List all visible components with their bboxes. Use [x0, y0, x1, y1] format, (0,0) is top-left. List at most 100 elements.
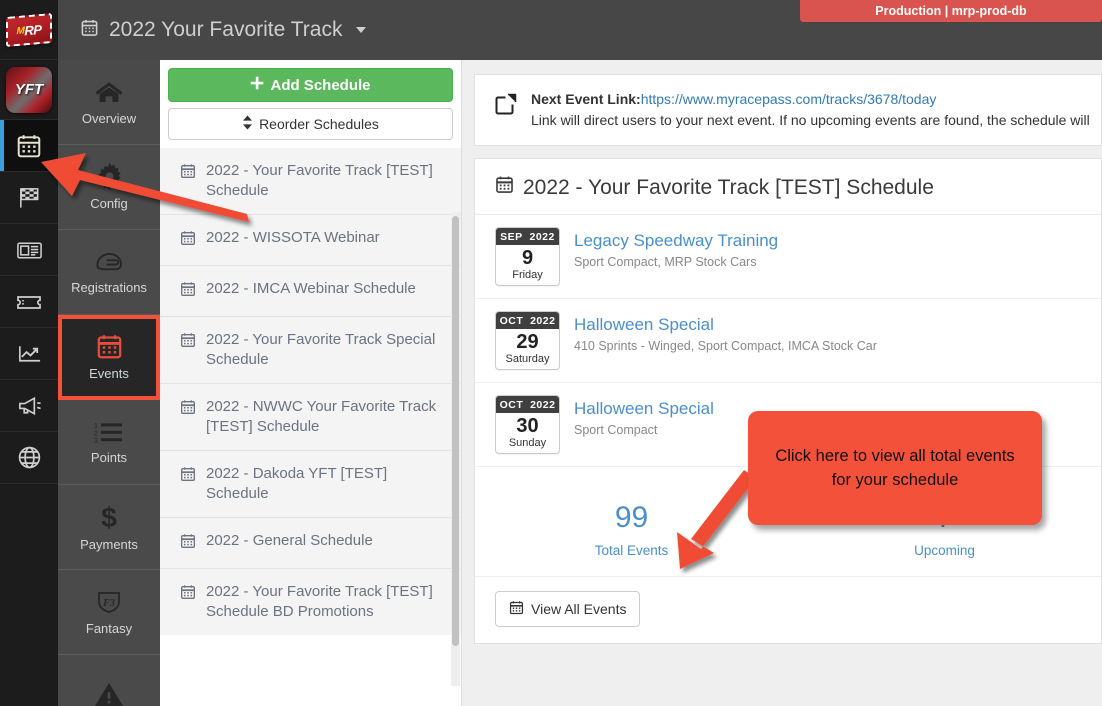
ticket-icon: [15, 291, 43, 313]
sidebar-item-registrations[interactable]: Registrations: [58, 230, 160, 315]
icon-rail: M RP YFT: [0, 0, 58, 706]
event-date-day: 30: [516, 415, 539, 437]
mrp-logo-accent: M: [16, 24, 25, 37]
event-name-link[interactable]: Legacy Speedway Training: [574, 229, 1081, 252]
rail-item-promote[interactable]: [0, 380, 58, 432]
sidebar-item-label: Events: [89, 366, 129, 381]
sidebar-item-label: Config: [90, 196, 128, 211]
org-logo[interactable]: YFT: [0, 60, 58, 120]
rail-item-calendar[interactable]: [0, 120, 58, 172]
external-link-icon: [495, 93, 517, 118]
calendar-icon: [180, 230, 196, 252]
event-row[interactable]: SEP 2022 9 Friday Legacy Speedway Traini…: [475, 215, 1101, 299]
next-event-url[interactable]: https://www.myracepass.com/tracks/3678/t…: [641, 91, 937, 107]
event-name-link[interactable]: Halloween Special: [574, 397, 1081, 420]
event-date-month: OCT 2022: [496, 396, 559, 413]
list-item[interactable]: 2022 - Your Favorite Track [TEST] Schedu…: [160, 568, 461, 635]
list-item-label: 2022 - Your Favorite Track [TEST] Schedu…: [206, 162, 433, 199]
event-row[interactable]: OCT 2022 30 Sunday Halloween Special Spo…: [475, 383, 1101, 467]
event-date-month: SEP 2022: [496, 228, 559, 245]
list-item[interactable]: 2022 - Dakoda YFT [TEST] Schedule: [160, 450, 461, 517]
schedule-list-scrollbar[interactable]: [451, 212, 460, 686]
scrollbar-thumb[interactable]: [452, 216, 459, 646]
list-item[interactable]: 2022 - IMCA Webinar Schedule: [160, 265, 461, 316]
list-item-label: 2022 - Your Favorite Track Special Sched…: [206, 331, 436, 368]
schedule-items-list: 2022 - Your Favorite Track [TEST] Schedu…: [160, 148, 461, 635]
event-date-weekday: Sunday: [508, 437, 547, 449]
sidebar-item-config[interactable]: Config: [58, 145, 160, 230]
event-date-chip: SEP 2022 9 Friday: [495, 227, 560, 286]
chart-line-icon: [16, 342, 43, 366]
sidebar-item-label: Fantasy: [85, 620, 133, 636]
stat-total-events[interactable]: 99 Total Events: [475, 501, 788, 558]
calendar-icon: [180, 332, 196, 354]
rail-item-flag[interactable]: [0, 172, 58, 224]
calendar-icon: [495, 175, 514, 200]
sidebar-item-points[interactable]: 1 2 3 Points: [58, 400, 160, 485]
stat-value[interactable]: 99: [475, 501, 788, 535]
list-item[interactable]: 2022 - NWWC Your Favorite Track [TEST] S…: [160, 383, 461, 450]
brand-logo[interactable]: M RP: [0, 0, 58, 60]
stat-caption[interactable]: Upcoming: [788, 543, 1101, 558]
mrp-logo-text: RP: [24, 20, 42, 38]
event-date-weekday: Saturday: [505, 353, 550, 365]
list-item[interactable]: 2022 - Your Favorite Track [TEST] Schedu…: [160, 148, 461, 214]
event-date-day: 29: [516, 331, 539, 353]
list-item[interactable]: 2022 - WISSOTA Webinar: [160, 214, 461, 265]
svg-text:$: $: [101, 503, 117, 531]
list-item-label: 2022 - IMCA Webinar Schedule: [206, 280, 416, 297]
sidebar-item-label: Registrations: [71, 279, 147, 295]
stat-caption[interactable]: Total Events: [475, 543, 788, 558]
event-row[interactable]: OCT 2022 29 Saturday Halloween Special 4…: [475, 299, 1101, 383]
list-item-label: 2022 - Your Favorite Track [TEST] Schedu…: [206, 583, 433, 620]
rail-item-news[interactable]: [0, 224, 58, 276]
rail-item-tickets[interactable]: [0, 276, 58, 328]
view-all-events-button[interactable]: View All Events: [495, 591, 641, 627]
rail-item-stats[interactable]: [0, 328, 58, 380]
news-icon: [16, 238, 43, 262]
list-item[interactable]: 2022 - General Schedule: [160, 517, 461, 568]
list-item-label: 2022 - WISSOTA Webinar: [206, 229, 380, 246]
mrp-logo-icon: M RP: [6, 12, 52, 47]
list-item[interactable]: 2022 - Your Favorite Track Special Sched…: [160, 316, 461, 383]
reorder-schedules-button[interactable]: Reorder Schedules: [168, 108, 453, 140]
event-name-link[interactable]: Halloween Special: [574, 313, 1081, 336]
schedule-list-panel: Add Schedule Reorder Schedules 2022 - Yo…: [160, 60, 462, 706]
checkered-flag-icon: [16, 185, 43, 211]
calendar-icon: [180, 281, 196, 303]
sidebar-item-payments[interactable]: $ Payments: [58, 485, 160, 570]
calendar-icon: [80, 18, 99, 43]
svg-text:1: 1: [94, 423, 98, 430]
calendar-icon: [96, 333, 123, 360]
list-item-label: 2022 - NWWC Your Favorite Track [TEST] S…: [206, 398, 437, 435]
calendar-icon: [16, 133, 42, 159]
schedule-card-footer: View All Events: [475, 577, 1101, 643]
sidebar-item-overview[interactable]: Overview: [58, 60, 160, 145]
sidebar-item-events[interactable]: Events: [58, 315, 160, 400]
caret-down-icon[interactable]: [356, 27, 367, 33]
stat-upcoming[interactable]: 7 Upcoming: [788, 501, 1101, 558]
main-content: Next Event Link:https://www.myracepass.c…: [462, 60, 1102, 706]
stat-value[interactable]: 7: [788, 501, 1101, 535]
add-schedule-button[interactable]: Add Schedule: [168, 68, 453, 102]
yft-logo-icon: YFT: [6, 66, 52, 113]
event-date-weekday: Friday: [512, 269, 543, 281]
fantasy-shield-icon: F3: [96, 589, 122, 615]
sidebar-item-alerts[interactable]: [58, 655, 160, 706]
next-event-link-label: Next Event Link: [531, 91, 637, 107]
sidebar-item-fantasy[interactable]: F3 Fantasy: [58, 570, 160, 655]
event-date-chip: OCT 2022 29 Saturday: [495, 311, 560, 370]
plus-icon: [250, 76, 264, 94]
list-item-label: 2022 - Dakoda YFT [TEST] Schedule: [206, 465, 388, 502]
reorder-schedules-label: Reorder Schedules: [259, 116, 379, 132]
ordered-list-icon: 1 2 3: [94, 420, 124, 445]
rail-item-website[interactable]: [0, 432, 58, 484]
view-all-events-label: View All Events: [531, 601, 627, 617]
svg-text:2: 2: [94, 430, 98, 437]
event-classes: Sport Compact, MRP Stock Cars: [574, 255, 757, 269]
schedule-detail-title: 2022 - Your Favorite Track [TEST] Schedu…: [475, 159, 1101, 215]
event-classes: Sport Compact: [574, 423, 658, 437]
event-date-chip: OCT 2022 30 Sunday: [495, 395, 560, 454]
section-nav: Overview Config Registrations Events 1 2…: [58, 60, 160, 706]
globe-icon: [17, 445, 42, 470]
